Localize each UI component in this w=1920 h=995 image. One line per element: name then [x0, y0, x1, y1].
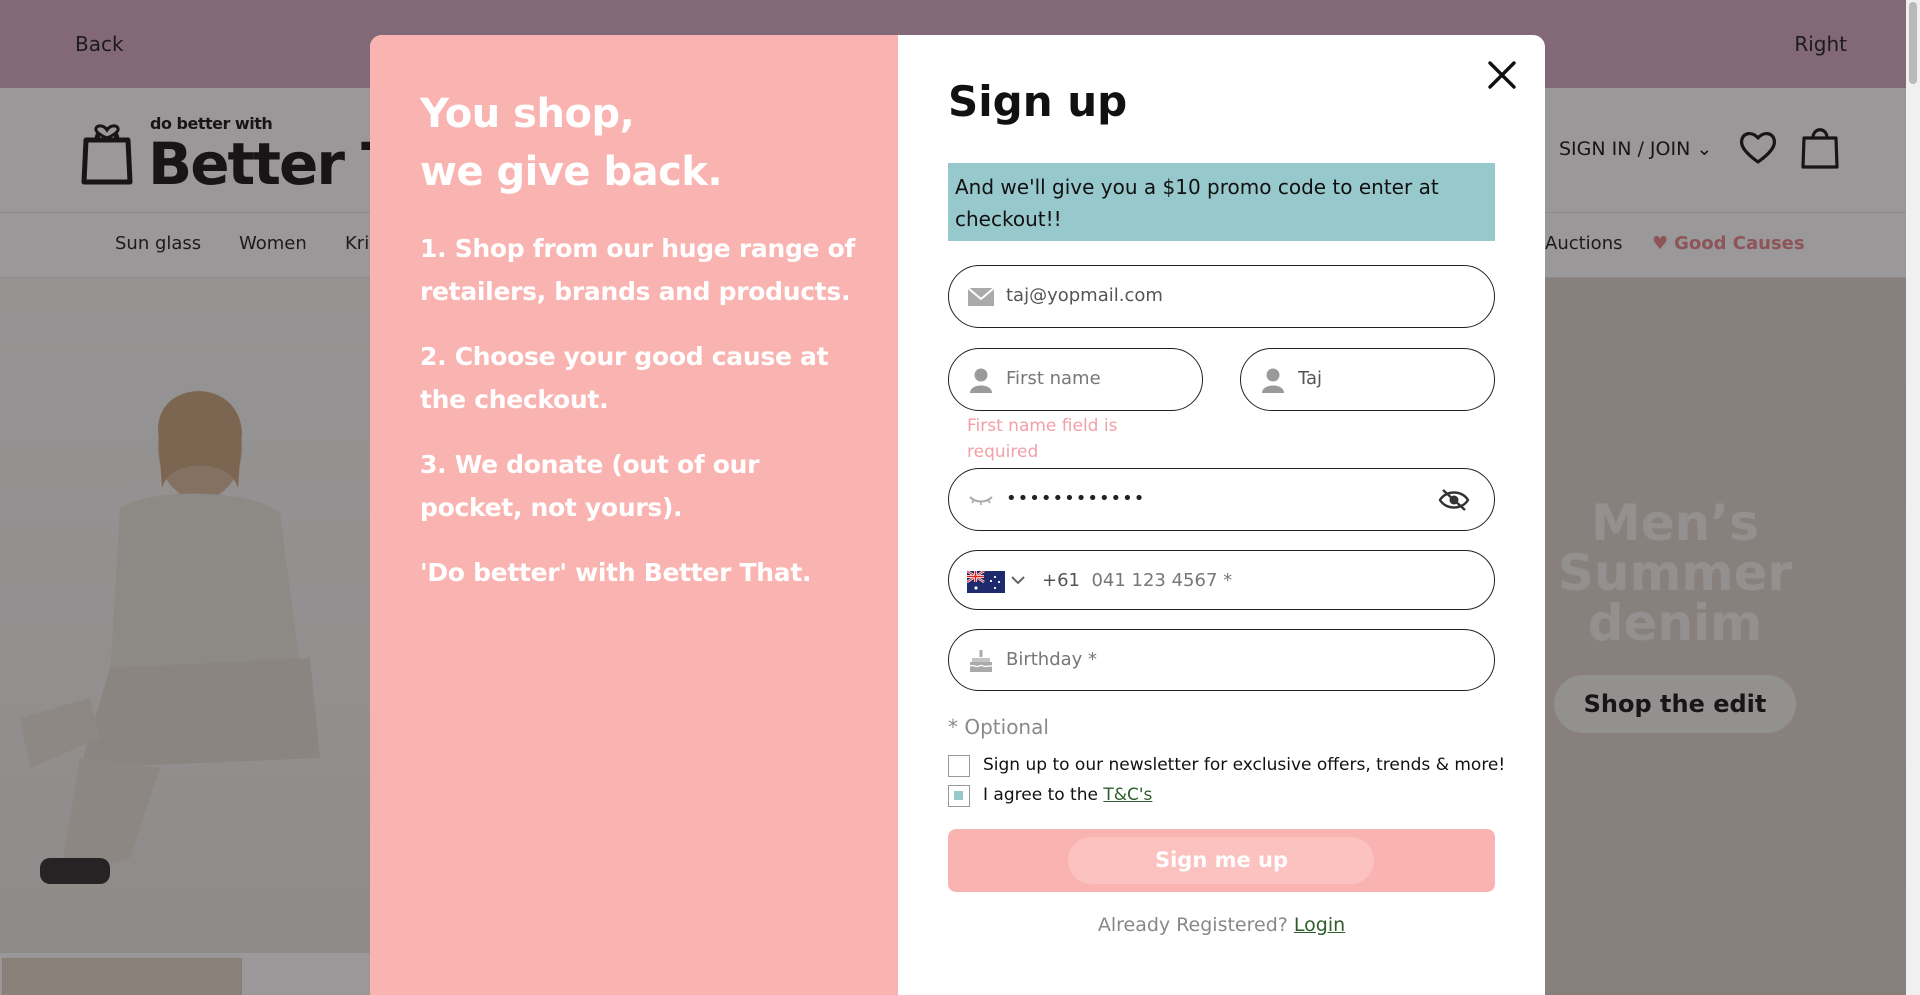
first-name-field[interactable]: First name	[948, 348, 1203, 411]
promo-step-2: 2. Choose your good cause at the checkou…	[420, 342, 829, 414]
promo-step-3: 3. We donate (out of our pocket, not you…	[420, 450, 760, 522]
first-name-placeholder: First name	[1006, 368, 1101, 389]
promo-tagline: 'Do better' with Better That.	[420, 558, 812, 587]
eye-off-icon[interactable]	[1438, 488, 1470, 512]
last-name-field[interactable]: Taj	[1240, 348, 1495, 411]
user-icon	[970, 368, 992, 393]
signup-title: Sign up	[948, 77, 1128, 126]
password-value: ••••••••••••	[1006, 488, 1146, 509]
promo-step-1: 1. Shop from our huge range of retailers…	[420, 234, 856, 306]
user-icon	[1262, 368, 1284, 393]
newsletter-label: Sign up to our newsletter for exclusive …	[983, 755, 1506, 775]
chevron-down-icon[interactable]	[1009, 571, 1027, 589]
envelope-icon	[967, 287, 995, 306]
promo-banner: And we'll give you a $10 promo code to e…	[948, 163, 1495, 241]
birthday-placeholder: Birthday *	[1006, 649, 1098, 670]
newsletter-checkbox[interactable]	[948, 755, 970, 777]
closed-eye-icon	[969, 496, 993, 505]
australia-flag-icon[interactable]	[967, 571, 1005, 593]
email-field[interactable]: taj@yopmail.com	[948, 265, 1495, 328]
close-icon[interactable]	[1484, 57, 1520, 93]
birthday-field[interactable]: Birthday *	[948, 629, 1495, 691]
birthday-cake-icon	[969, 650, 992, 672]
email-value: taj@yopmail.com	[1006, 285, 1163, 306]
scrollbar-thumb[interactable]	[1909, 2, 1917, 84]
first-name-error: First name field is required	[967, 416, 1118, 462]
scrollbar[interactable]	[1906, 0, 1920, 995]
already-registered: Already Registered? Login	[1097, 914, 1346, 936]
sign-me-up-button[interactable]: Sign me up	[948, 829, 1495, 892]
sign-me-up-label: Sign me up	[1154, 848, 1289, 872]
terms-link[interactable]: T&C's	[1103, 785, 1152, 805]
password-field[interactable]: ••••••••••••	[948, 468, 1495, 531]
phone-input: +61 041 123 4567 *	[1042, 570, 1233, 591]
signup-modal: You shop, we give back. 1. Shop from our…	[370, 35, 1545, 995]
optional-note: * Optional	[948, 715, 1049, 739]
agree-terms-checkbox[interactable]	[948, 785, 970, 807]
phone-field[interactable]: +61 041 123 4567 *	[948, 550, 1495, 610]
modal-promo-panel: You shop, we give back. 1. Shop from our…	[370, 35, 898, 995]
login-link[interactable]: Login	[1294, 914, 1345, 936]
promo-headline: You shop, we give back.	[420, 91, 723, 195]
agree-terms-label: I agree to the T&C's	[983, 785, 1153, 805]
last-name-value: Taj	[1298, 368, 1323, 389]
